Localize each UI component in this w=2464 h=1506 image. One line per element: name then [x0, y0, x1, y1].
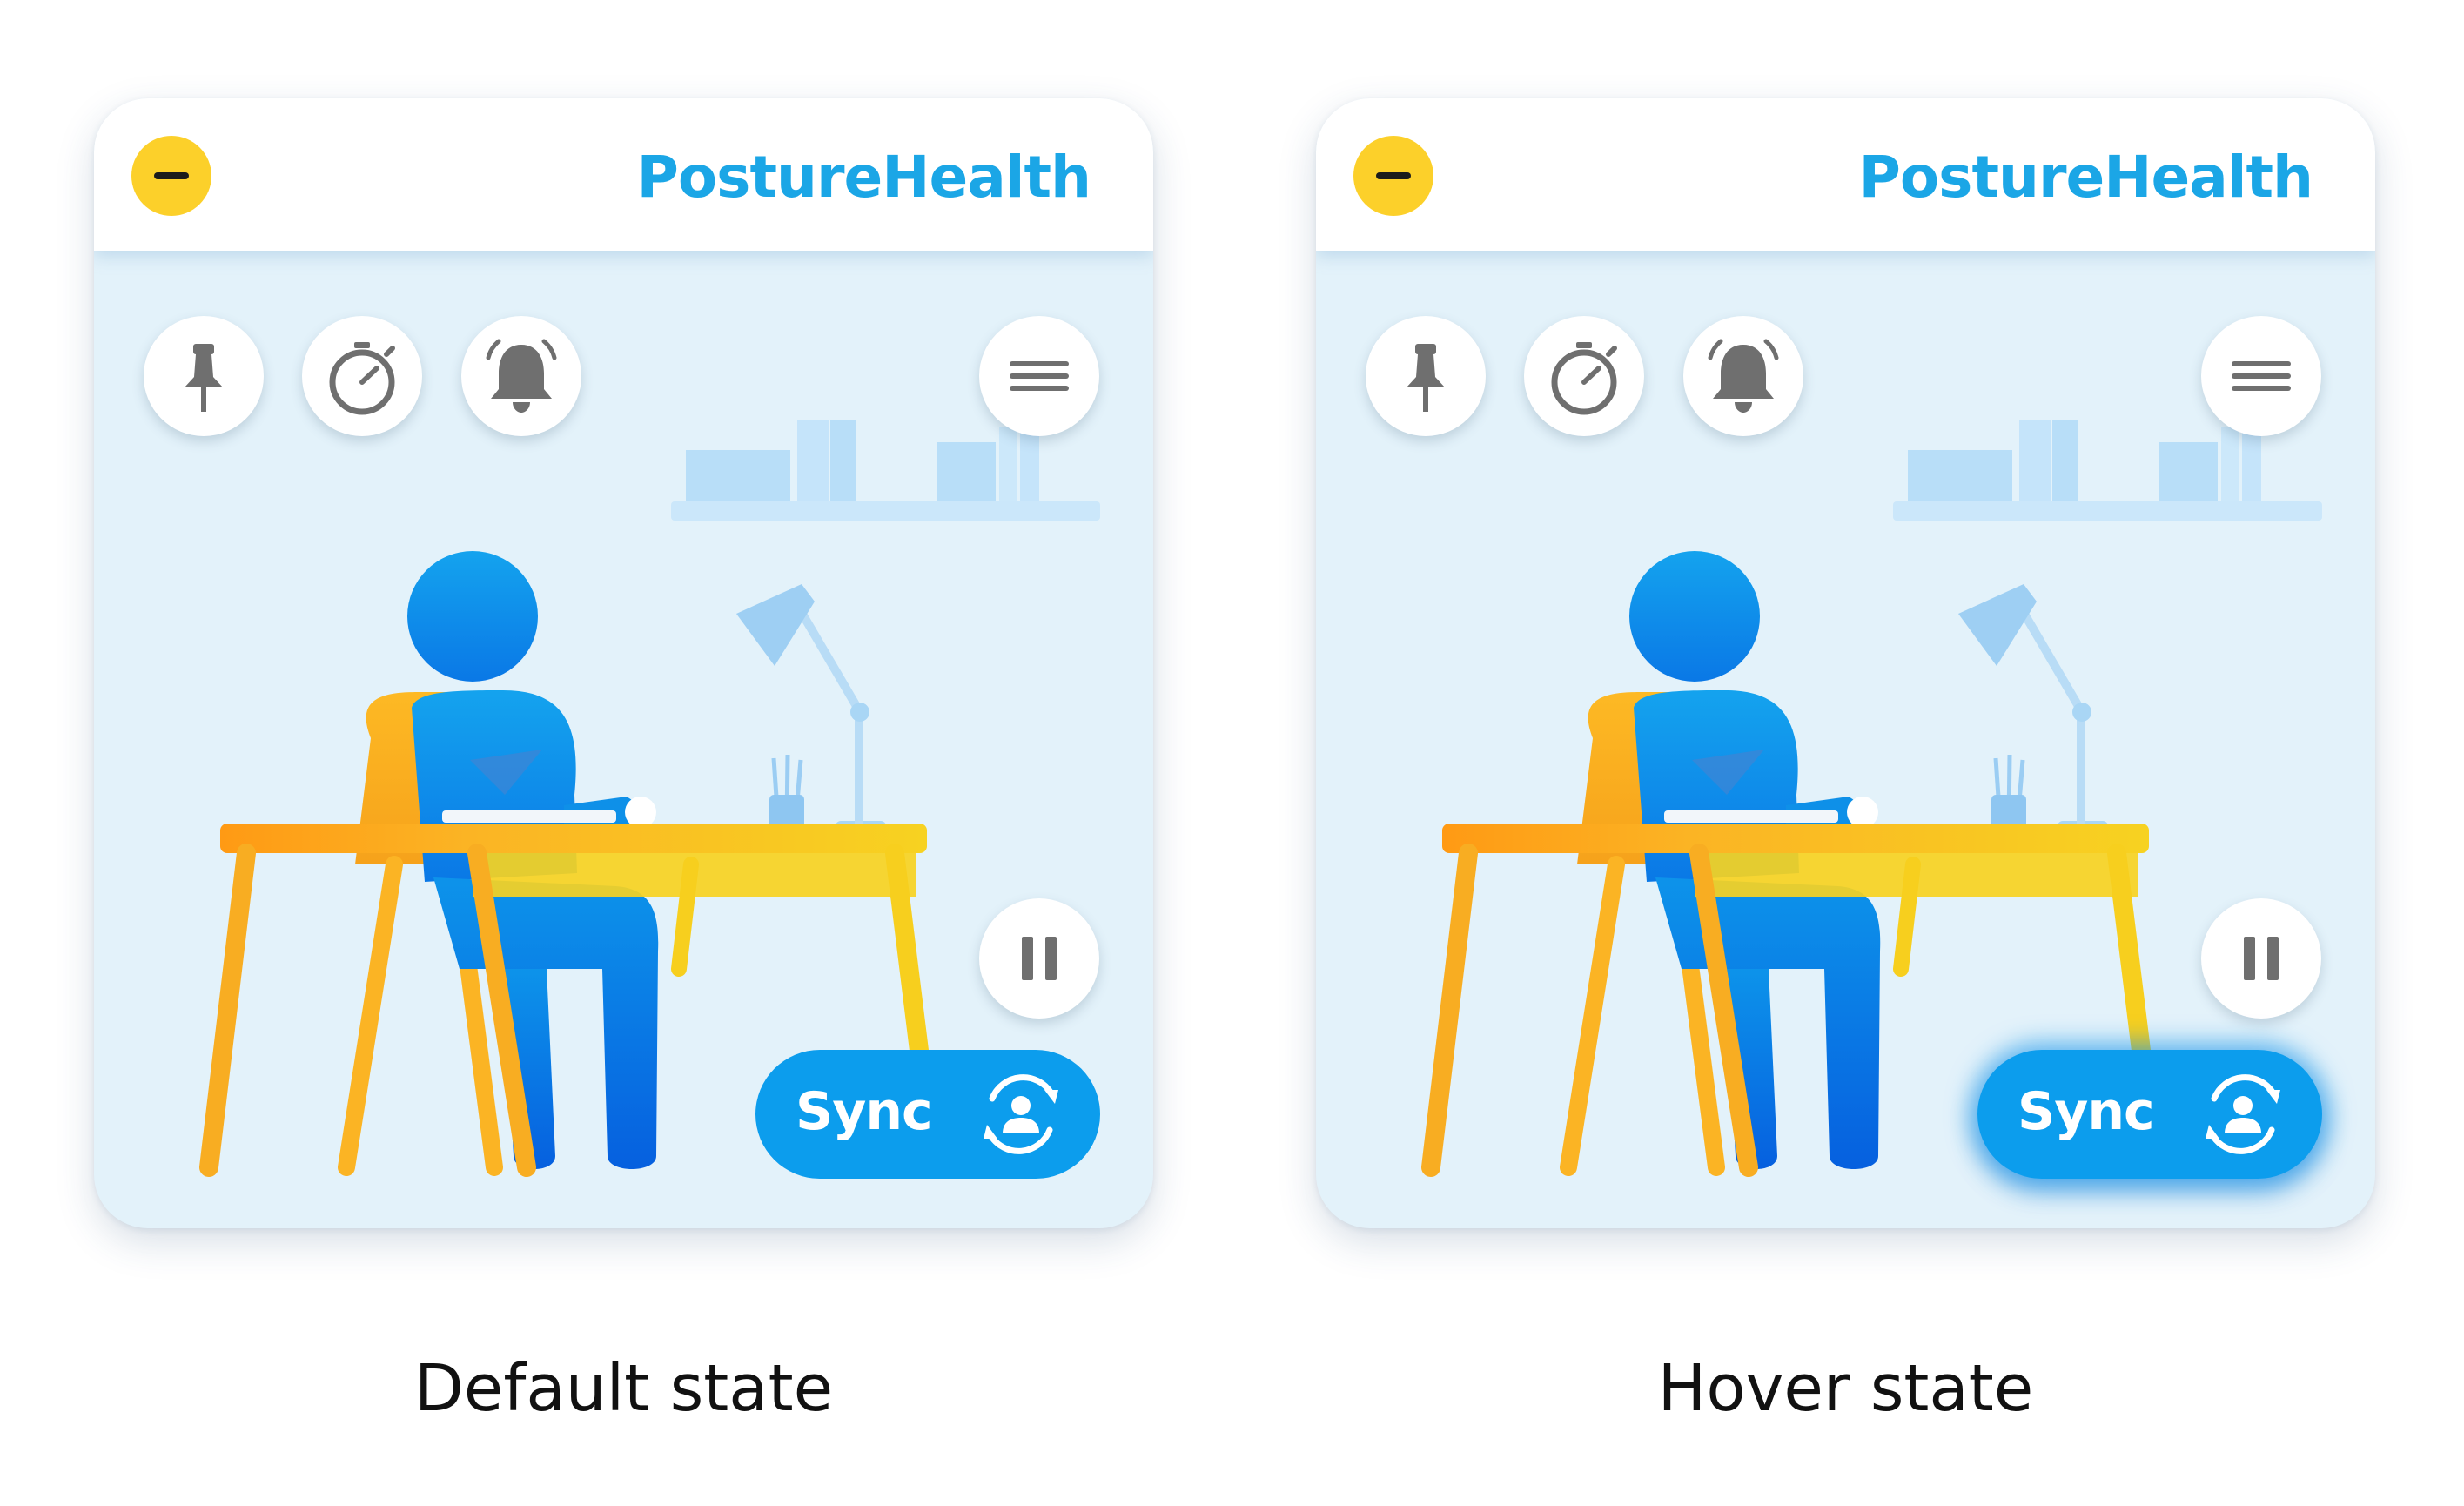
timer-button[interactable]: [1524, 316, 1644, 436]
hamburger-menu-icon: [1010, 361, 1069, 391]
pause-icon: [1022, 937, 1057, 980]
posture-widget-default: PostureHealth Sync: [94, 98, 1153, 1228]
brand-title: PostureHealth: [1858, 144, 2313, 211]
pause-icon: [2244, 937, 2279, 980]
brand-title: PostureHealth: [636, 144, 1091, 211]
menu-button[interactable]: [2201, 316, 2321, 436]
stopwatch-icon: [1551, 342, 1617, 415]
desk-lamp-decoration: [736, 584, 886, 840]
bell-icon: [486, 339, 557, 413]
sync-label: Sync: [796, 1081, 933, 1142]
minimize-button[interactable]: [1353, 136, 1433, 216]
minimize-button[interactable]: [131, 136, 211, 216]
sync-label: Sync: [2018, 1081, 2155, 1142]
desk-lamp-decoration: [1958, 584, 2108, 840]
bell-icon: [1708, 339, 1779, 413]
pause-button[interactable]: [979, 898, 1099, 1019]
pin-button[interactable]: [1366, 316, 1486, 436]
sync-button-hovered[interactable]: Sync: [1977, 1050, 2322, 1179]
caption-default-state: Default state: [413, 1351, 834, 1426]
pin-button[interactable]: [144, 316, 264, 436]
timer-button[interactable]: [302, 316, 422, 436]
widget-header: PostureHealth: [94, 98, 1153, 251]
minus-icon: [1376, 172, 1411, 179]
notifications-button[interactable]: [1683, 316, 1803, 436]
minus-icon: [154, 172, 189, 179]
menu-button[interactable]: [979, 316, 1099, 436]
sync-button[interactable]: Sync: [755, 1050, 1100, 1179]
stopwatch-icon: [329, 342, 395, 415]
comparison-canvas: PostureHealth Sync PostureHealth Sync De…: [0, 0, 2464, 1506]
pause-button[interactable]: [2201, 898, 2321, 1019]
sync-user-icon: [984, 1074, 1058, 1154]
notifications-button[interactable]: [461, 316, 581, 436]
pin-icon: [1407, 344, 1445, 412]
posture-widget-hover: PostureHealth Sync: [1316, 98, 2375, 1228]
widget-header: PostureHealth: [1316, 98, 2375, 251]
sync-user-icon: [2206, 1074, 2280, 1154]
caption-hover-state: Hover state: [1657, 1351, 2034, 1426]
hamburger-menu-icon: [2232, 361, 2291, 391]
pin-icon: [185, 344, 223, 412]
